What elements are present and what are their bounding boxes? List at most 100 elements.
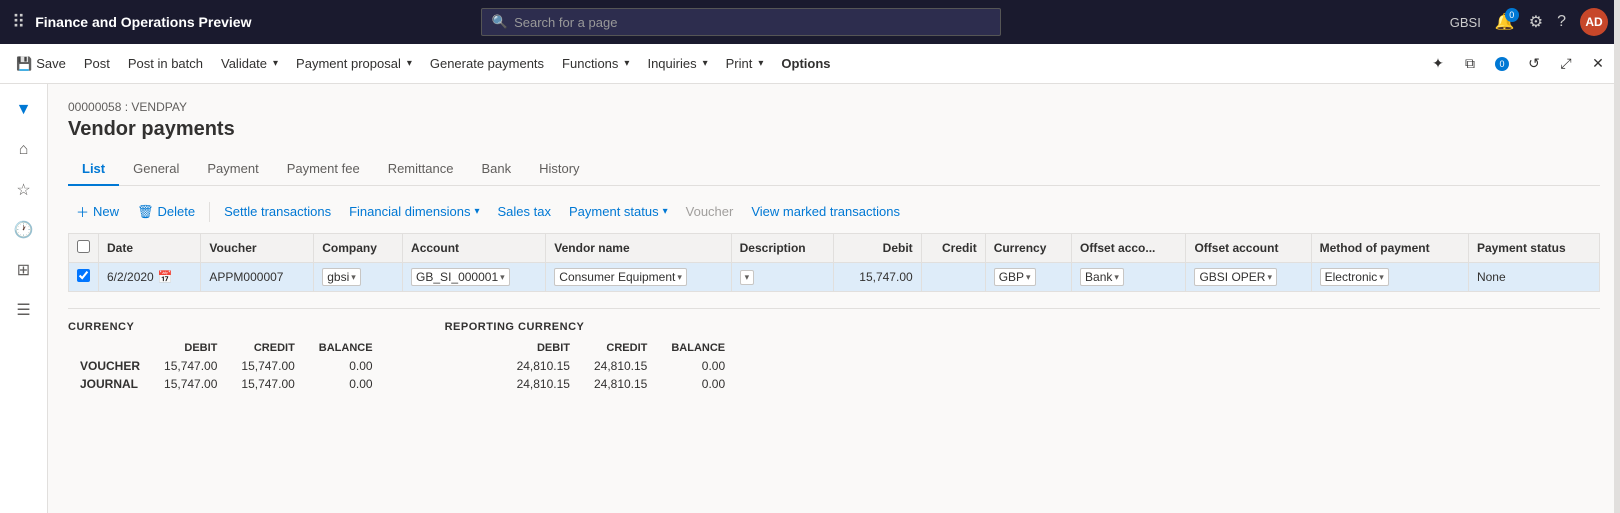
refresh-icon[interactable]: ↺ [1520, 50, 1548, 78]
account-select[interactable]: GB_SI_000001 [411, 268, 510, 286]
expand-icon[interactable]: ⤢ [1552, 50, 1580, 78]
cell-method-of-payment: Electronic [1311, 263, 1468, 292]
row-checkbox[interactable] [77, 269, 90, 282]
resize-handle[interactable] [1614, 0, 1620, 513]
financial-dimensions-button[interactable]: Financial dimensions [341, 200, 487, 223]
modules-icon[interactable]: ☰ [6, 292, 42, 328]
save-icon: 💾 [16, 56, 32, 72]
cmd-bar-right: ✦ ⧉ 0 ↺ ⤢ ✕ [1424, 50, 1612, 78]
col-balance: BALANCE [307, 339, 385, 357]
payment-status-button[interactable]: Payment status [561, 200, 676, 223]
top-nav-right: GBSI 🔔0 ⚙ ? AD [1450, 8, 1608, 36]
home-icon[interactable]: ⌂ [6, 132, 42, 168]
recent-icon[interactable]: 🕐 [6, 212, 42, 248]
method-of-payment-select[interactable]: Electronic [1320, 268, 1389, 286]
col-label [68, 339, 152, 357]
app-title: Finance and Operations Preview [35, 14, 251, 30]
reporting-row-journal: 24,810.15 24,810.15 0.00 [445, 375, 738, 393]
settings-icon[interactable]: ⚙ [1529, 12, 1543, 32]
tab-remittance[interactable]: Remittance [374, 153, 468, 186]
tab-payment[interactable]: Payment [193, 153, 272, 186]
sales-tax-button[interactable]: Sales tax [490, 200, 559, 223]
personalize-icon[interactable]: ✦ [1424, 50, 1452, 78]
cell-payment-status: None [1468, 263, 1599, 292]
currency-summary-header: DEBIT CREDIT BALANCE [68, 339, 385, 357]
rep-journal-credit: 24,810.15 [582, 375, 659, 393]
functions-button[interactable]: Functions [554, 52, 637, 75]
currency-summary-title: CURRENCY [68, 321, 385, 333]
badge-0-icon[interactable]: 0 [1488, 50, 1516, 78]
save-button[interactable]: 💾 Save [8, 52, 74, 76]
tab-list[interactable]: List [68, 153, 119, 186]
table-row[interactable]: 6/2/2020 📅 APPM000007 gbsi GB_SI_000001 [69, 263, 1600, 292]
search-bar[interactable]: 🔍 [481, 8, 1001, 36]
new-button[interactable]: ＋ New [68, 198, 127, 225]
currency-select[interactable]: GBP [994, 268, 1036, 286]
notifications-icon[interactable]: 🔔0 [1495, 12, 1515, 32]
offset-acct-type-select[interactable]: Bank [1080, 268, 1124, 286]
payment-proposal-button[interactable]: Payment proposal [288, 52, 420, 75]
rep-journal-label [445, 375, 505, 393]
cell-currency: GBP [985, 263, 1071, 292]
currency-summary: CURRENCY DEBIT CREDIT BALANCE VOUCHER [68, 321, 385, 393]
options-button[interactable]: Options [773, 52, 838, 75]
row-check [69, 263, 99, 292]
col-credit: Credit [921, 234, 985, 263]
select-all-checkbox[interactable] [77, 240, 90, 253]
voucher-balance: 0.00 [307, 357, 385, 375]
print-button[interactable]: Print [718, 52, 772, 75]
settle-transactions-button[interactable]: Settle transactions [216, 200, 339, 223]
inquiries-button[interactable]: Inquiries [639, 52, 715, 75]
vendor-name-select[interactable]: Consumer Equipment [554, 268, 687, 286]
view-marked-transactions-button[interactable]: View marked transactions [743, 200, 908, 223]
cell-date: 6/2/2020 📅 [99, 263, 201, 292]
currency-row-journal: JOURNAL 15,747.00 15,747.00 0.00 [68, 375, 385, 393]
generate-payments-button[interactable]: Generate payments [422, 52, 552, 75]
col-currency: Currency [985, 234, 1071, 263]
post-in-batch-button[interactable]: Post in batch [120, 52, 211, 75]
search-input[interactable] [514, 15, 990, 30]
cell-company: gbsi [314, 263, 403, 292]
delete-button[interactable]: 🗑 Delete [129, 200, 203, 224]
cell-account: GB_SI_000001 [403, 263, 546, 292]
cell-offset-acct-type: Bank [1072, 263, 1186, 292]
tab-general[interactable]: General [119, 153, 193, 186]
calendar-icon[interactable]: 📅 [158, 270, 173, 284]
offset-account-select[interactable]: GBSI OPER [1194, 268, 1277, 286]
col-payment-status: Payment status [1468, 234, 1599, 263]
col-voucher: Voucher [201, 234, 314, 263]
tab-bank[interactable]: Bank [467, 153, 525, 186]
currency-summary-table: DEBIT CREDIT BALANCE VOUCHER 15,747.00 1… [68, 339, 385, 393]
help-icon[interactable]: ? [1557, 13, 1566, 31]
favorites-icon[interactable]: ☆ [6, 172, 42, 208]
cell-offset-account: GBSI OPER [1186, 263, 1311, 292]
tab-history[interactable]: History [525, 153, 593, 186]
open-in-new-icon[interactable]: ⧉ [1456, 50, 1484, 78]
table-toolbar: ＋ New 🗑 Delete Settle transactions Finan… [68, 198, 1600, 225]
filter-icon[interactable]: ▼ [6, 92, 42, 128]
tab-payment-fee[interactable]: Payment fee [273, 153, 374, 186]
workspaces-icon[interactable]: ⊞ [6, 252, 42, 288]
reporting-summary-header: DEBIT CREDIT BALANCE [445, 339, 738, 357]
cell-debit: 15,747.00 [834, 263, 921, 292]
post-button[interactable]: Post [76, 52, 118, 75]
col-credit: CREDIT [582, 339, 659, 357]
command-bar: 💾 Save Post Post in batch Validate Payme… [0, 44, 1620, 84]
col-debit: Debit [834, 234, 921, 263]
rep-voucher-debit: 24,810.15 [505, 357, 582, 375]
col-description: Description [731, 234, 834, 263]
cell-voucher[interactable]: APPM000007 [201, 263, 314, 292]
voucher-button[interactable]: Voucher [678, 200, 742, 223]
company-select[interactable]: gbsi [322, 268, 361, 286]
col-balance: BALANCE [659, 339, 737, 357]
description-select[interactable] [740, 270, 755, 285]
cell-description [731, 263, 834, 292]
user-company: GBSI [1450, 15, 1481, 30]
close-icon[interactable]: ✕ [1584, 50, 1612, 78]
page-title: Vendor payments [68, 118, 1600, 141]
reporting-summary-title: REPORTING CURRENCY [445, 321, 738, 333]
main-layout: ▼ ⌂ ☆ 🕐 ⊞ ☰ 00000058 : VENDPAY Vendor pa… [0, 84, 1620, 513]
validate-button[interactable]: Validate [213, 52, 286, 75]
hamburger-icon[interactable]: ⠿ [12, 12, 25, 33]
avatar[interactable]: AD [1580, 8, 1608, 36]
